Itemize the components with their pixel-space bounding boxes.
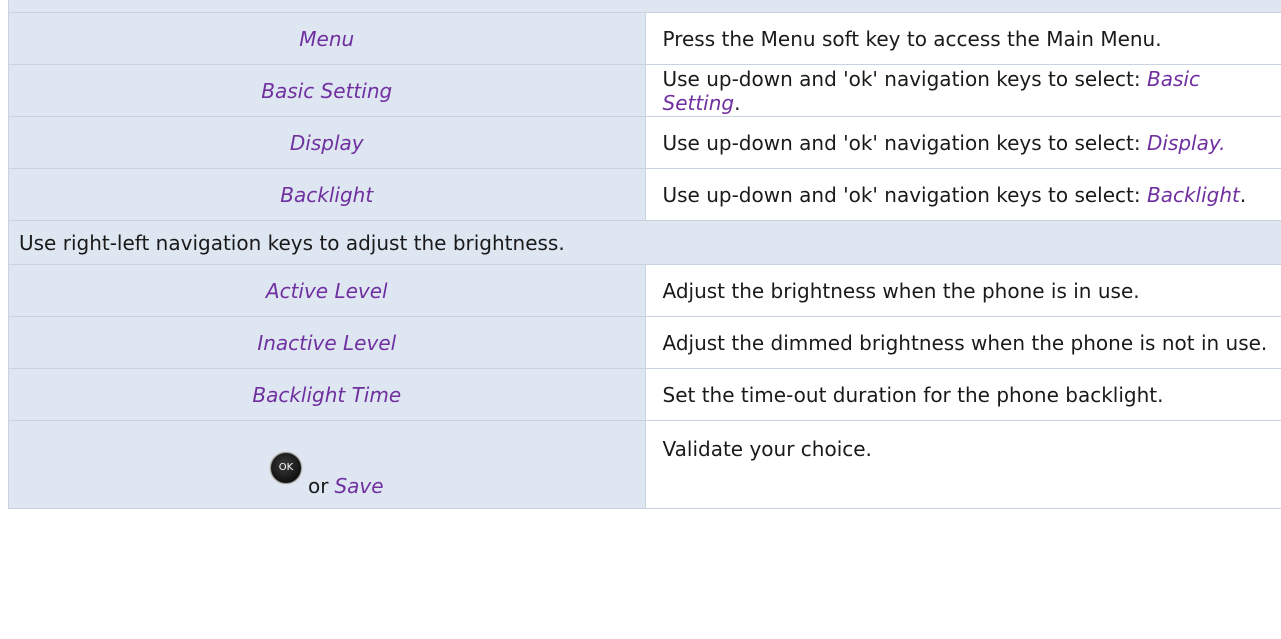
description-cell: Validate your choice.	[644, 420, 1281, 509]
table-row: Backlight Time Set the time-out duration…	[8, 368, 1281, 421]
key-name: Display	[289, 130, 364, 155]
table-row: Menu Press the Menu soft key to access t…	[8, 12, 1281, 65]
key-name: Basic Setting	[261, 78, 393, 103]
description-suffix: .	[1239, 182, 1247, 207]
key-cell: Menu	[8, 12, 646, 65]
header-cell	[8, 0, 1281, 13]
description-cell: Set the time-out duration for the phone …	[644, 368, 1281, 421]
key-cell: Inactive Level	[8, 316, 646, 369]
description-text: Use up-down and 'ok' navigation keys to …	[662, 130, 1147, 155]
table-row: Backlight Use up-down and 'ok' navigatio…	[8, 168, 1281, 221]
or-word: or	[307, 474, 329, 498]
description-text: Use up-down and 'ok' navigation keys to …	[662, 182, 1147, 207]
table-row: Active Level Adjust the brightness when …	[8, 264, 1281, 317]
description-text: Adjust the brightness when the phone is …	[662, 278, 1140, 303]
description-suffix: .	[734, 90, 741, 115]
key-cell: Display	[8, 116, 646, 169]
table-row: Display Use up-down and 'ok' navigation …	[8, 116, 1281, 169]
menu-item-reference: Display.	[1146, 130, 1226, 155]
key-cell: Active Level	[8, 264, 646, 317]
ok-or-save: OK or Save	[269, 452, 384, 498]
menu-item-reference: Backlight	[1146, 182, 1240, 207]
section-header: Use right-left navigation keys to adjust…	[8, 220, 1281, 265]
key-name: Backlight Time	[252, 382, 402, 407]
procedure-table: Menu Press the Menu soft key to access t…	[8, 0, 1281, 509]
description-cell: Use up-down and 'ok' navigation keys to …	[644, 168, 1281, 221]
key-name: Save	[334, 474, 384, 498]
key-name: Active Level	[265, 278, 388, 303]
key-cell: OK or Save	[8, 420, 646, 509]
description-text: Use up-down and 'ok' navigation keys to …	[662, 66, 1147, 91]
description-text: Set the time-out duration for the phone …	[662, 382, 1164, 407]
table-row: Basic Setting Use up-down and 'ok' navig…	[8, 64, 1281, 117]
key-cell: Backlight	[8, 168, 646, 221]
key-name: Backlight	[280, 182, 374, 207]
key-name: Inactive Level	[257, 330, 397, 355]
section-header-row: Use right-left navigation keys to adjust…	[8, 220, 1281, 265]
description-text: Validate your choice.	[662, 437, 872, 461]
description-cell: Adjust the brightness when the phone is …	[644, 264, 1281, 317]
table-header-row	[8, 0, 1281, 13]
table-row: Inactive Level Adjust the dimmed brightn…	[8, 316, 1281, 369]
key-cell: Backlight Time	[8, 368, 646, 421]
description-text: Adjust the dimmed brightness when the ph…	[662, 330, 1268, 355]
description-cell: Press the Menu soft key to access the Ma…	[644, 12, 1281, 65]
table-row: OK or Save Validate your choice.	[8, 420, 1281, 509]
ok-key-icon: OK	[269, 452, 302, 484]
description-cell: Use up-down and 'ok' navigation keys to …	[644, 64, 1281, 117]
key-name: Menu	[299, 26, 355, 51]
description-text: Press the Menu soft key to access the Ma…	[662, 26, 1162, 51]
description-cell: Adjust the dimmed brightness when the ph…	[644, 316, 1281, 369]
description-cell: Use up-down and 'ok' navigation keys to …	[644, 116, 1281, 169]
key-cell: Basic Setting	[8, 64, 646, 117]
